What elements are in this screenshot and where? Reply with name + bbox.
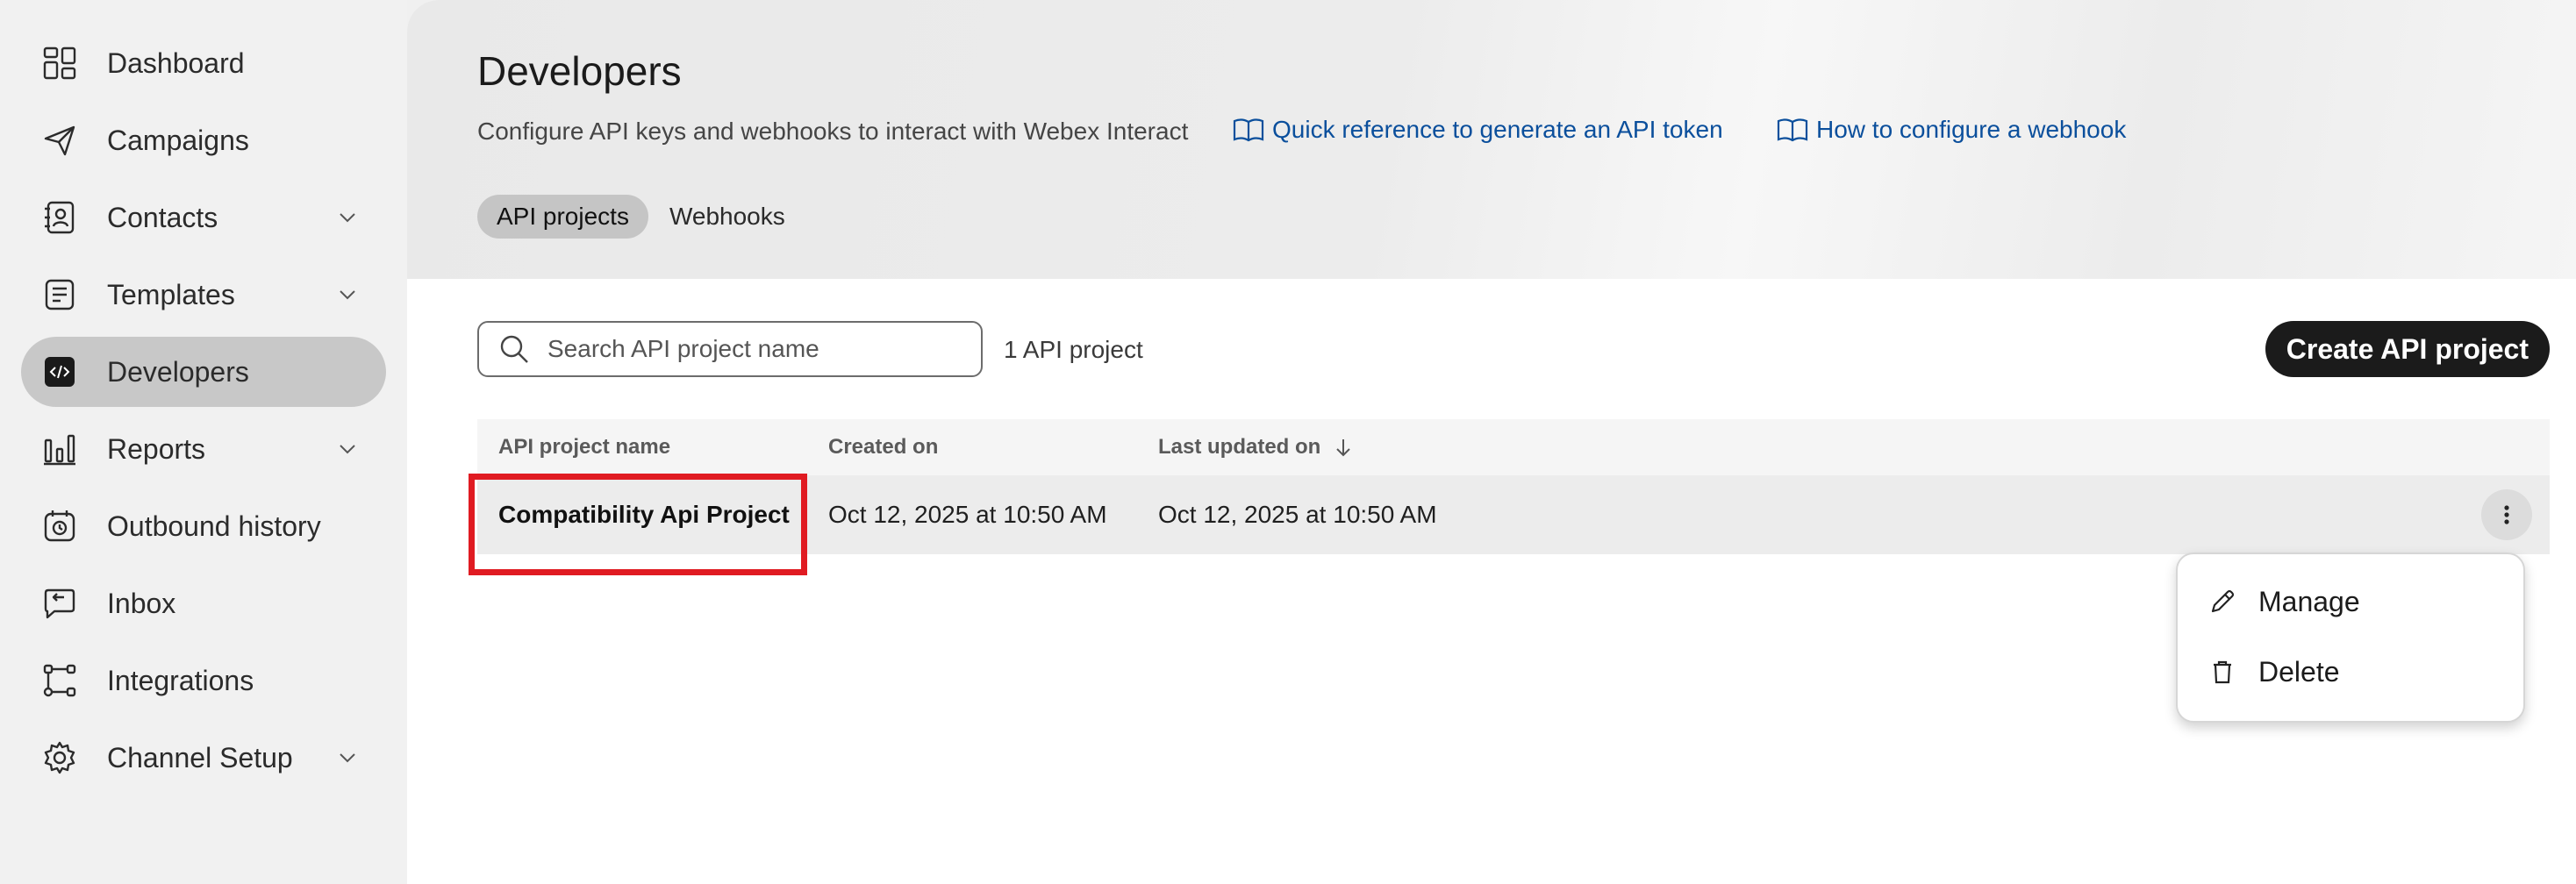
integrations-icon	[40, 661, 79, 700]
updated-on-cell: Oct 12, 2025 at 10:50 AM	[1158, 501, 1437, 528]
project-count: 1 API project	[1004, 336, 1143, 363]
menu-item-manage[interactable]: Manage	[2178, 567, 2523, 637]
api-token-link[interactable]: Quick reference to generate an API token	[1232, 116, 1723, 144]
page-header: Developers Configure API keys and webhoo…	[407, 0, 2576, 279]
code-icon	[40, 353, 79, 391]
column-header-name[interactable]: API project name	[477, 435, 807, 460]
menu-item-label: Delete	[2258, 655, 2340, 688]
sidebar-item-channel-setup[interactable]: Channel Setup	[21, 723, 386, 793]
main-content: Developers Configure API keys and webhoo…	[407, 0, 2576, 884]
calendar-history-icon	[40, 507, 79, 545]
sidebar-item-reports[interactable]: Reports	[21, 414, 386, 484]
sidebar-item-label: Reports	[107, 432, 206, 465]
sidebar-item-outbound-history[interactable]: Outbound history	[21, 491, 386, 561]
api-projects-table: API project name Created on Last updated…	[477, 419, 2550, 554]
chevron-down-icon	[340, 445, 355, 454]
search-icon	[500, 335, 528, 363]
sidebar-item-label: Contacts	[107, 201, 218, 233]
chevron-down-icon	[340, 753, 355, 763]
table-header: API project name Created on Last updated…	[477, 419, 2550, 475]
row-actions-button[interactable]	[2481, 489, 2532, 540]
book-icon	[1777, 118, 1808, 142]
project-name-cell[interactable]: Compatibility Api Project	[477, 501, 807, 529]
api-token-link-label: Quick reference to generate an API token	[1272, 116, 1723, 143]
contacts-icon	[40, 198, 79, 237]
page-subtitle: Configure API keys and webhooks to inter…	[477, 118, 1189, 145]
search-input[interactable]	[547, 335, 951, 363]
webhook-link[interactable]: How to configure a webhook	[1776, 116, 2126, 144]
sidebar-item-label: Channel Setup	[107, 741, 293, 774]
dashboard-icon	[40, 44, 79, 82]
gear-icon	[40, 738, 79, 777]
search-box	[477, 321, 983, 377]
column-header-created[interactable]: Created on	[807, 435, 1137, 460]
sidebar-item-label: Outbound history	[107, 510, 321, 542]
paper-plane-icon	[40, 121, 79, 160]
sidebar-item-label: Dashboard	[107, 46, 245, 79]
sidebar-item-label: Developers	[107, 355, 249, 388]
menu-item-delete[interactable]: Delete	[2178, 637, 2523, 707]
column-header-updated[interactable]: Last updated on	[1137, 435, 1664, 460]
sidebar: Dashboard Campaigns Contacts Templates D…	[0, 0, 407, 884]
create-api-project-button[interactable]: Create API project	[2265, 321, 2550, 377]
bar-chart-icon	[40, 430, 79, 468]
webhook-link-label: How to configure a webhook	[1816, 116, 2127, 143]
pencil-icon	[2211, 589, 2235, 613]
sidebar-item-contacts[interactable]: Contacts	[21, 182, 386, 253]
table-row[interactable]: Compatibility Api Project Oct 12, 2025 a…	[477, 475, 2550, 554]
sidebar-item-label: Campaigns	[107, 124, 249, 156]
sidebar-item-developers[interactable]: Developers	[21, 337, 386, 407]
chevron-down-icon	[340, 290, 355, 300]
sidebar-item-label: Integrations	[107, 664, 254, 696]
sidebar-item-integrations[interactable]: Integrations	[21, 645, 386, 716]
inbox-icon	[40, 584, 79, 623]
sidebar-item-templates[interactable]: Templates	[21, 260, 386, 330]
chevron-down-icon	[340, 213, 355, 223]
tab-webhooks[interactable]: Webhooks	[650, 195, 805, 239]
sidebar-item-campaigns[interactable]: Campaigns	[21, 105, 386, 175]
column-header-updated-label: Last updated on	[1158, 435, 1321, 459]
sidebar-item-label: Templates	[107, 278, 235, 310]
row-actions-menu: Manage Delete	[2176, 552, 2525, 723]
trash-icon	[2214, 660, 2231, 684]
tab-bar: API projects Webhooks	[477, 195, 806, 239]
tab-api-projects[interactable]: API projects	[477, 195, 648, 239]
arrow-down-icon	[1336, 439, 1351, 457]
sidebar-item-dashboard[interactable]: Dashboard	[21, 28, 386, 98]
templates-icon	[40, 275, 79, 314]
more-vertical-icon	[2504, 505, 2509, 524]
book-icon	[1233, 118, 1264, 142]
sidebar-item-label: Inbox	[107, 587, 176, 619]
menu-item-label: Manage	[2258, 585, 2360, 617]
created-on-cell: Oct 12, 2025 at 10:50 AM	[828, 501, 1107, 528]
sidebar-item-inbox[interactable]: Inbox	[21, 568, 386, 638]
page-title: Developers	[477, 48, 682, 94]
